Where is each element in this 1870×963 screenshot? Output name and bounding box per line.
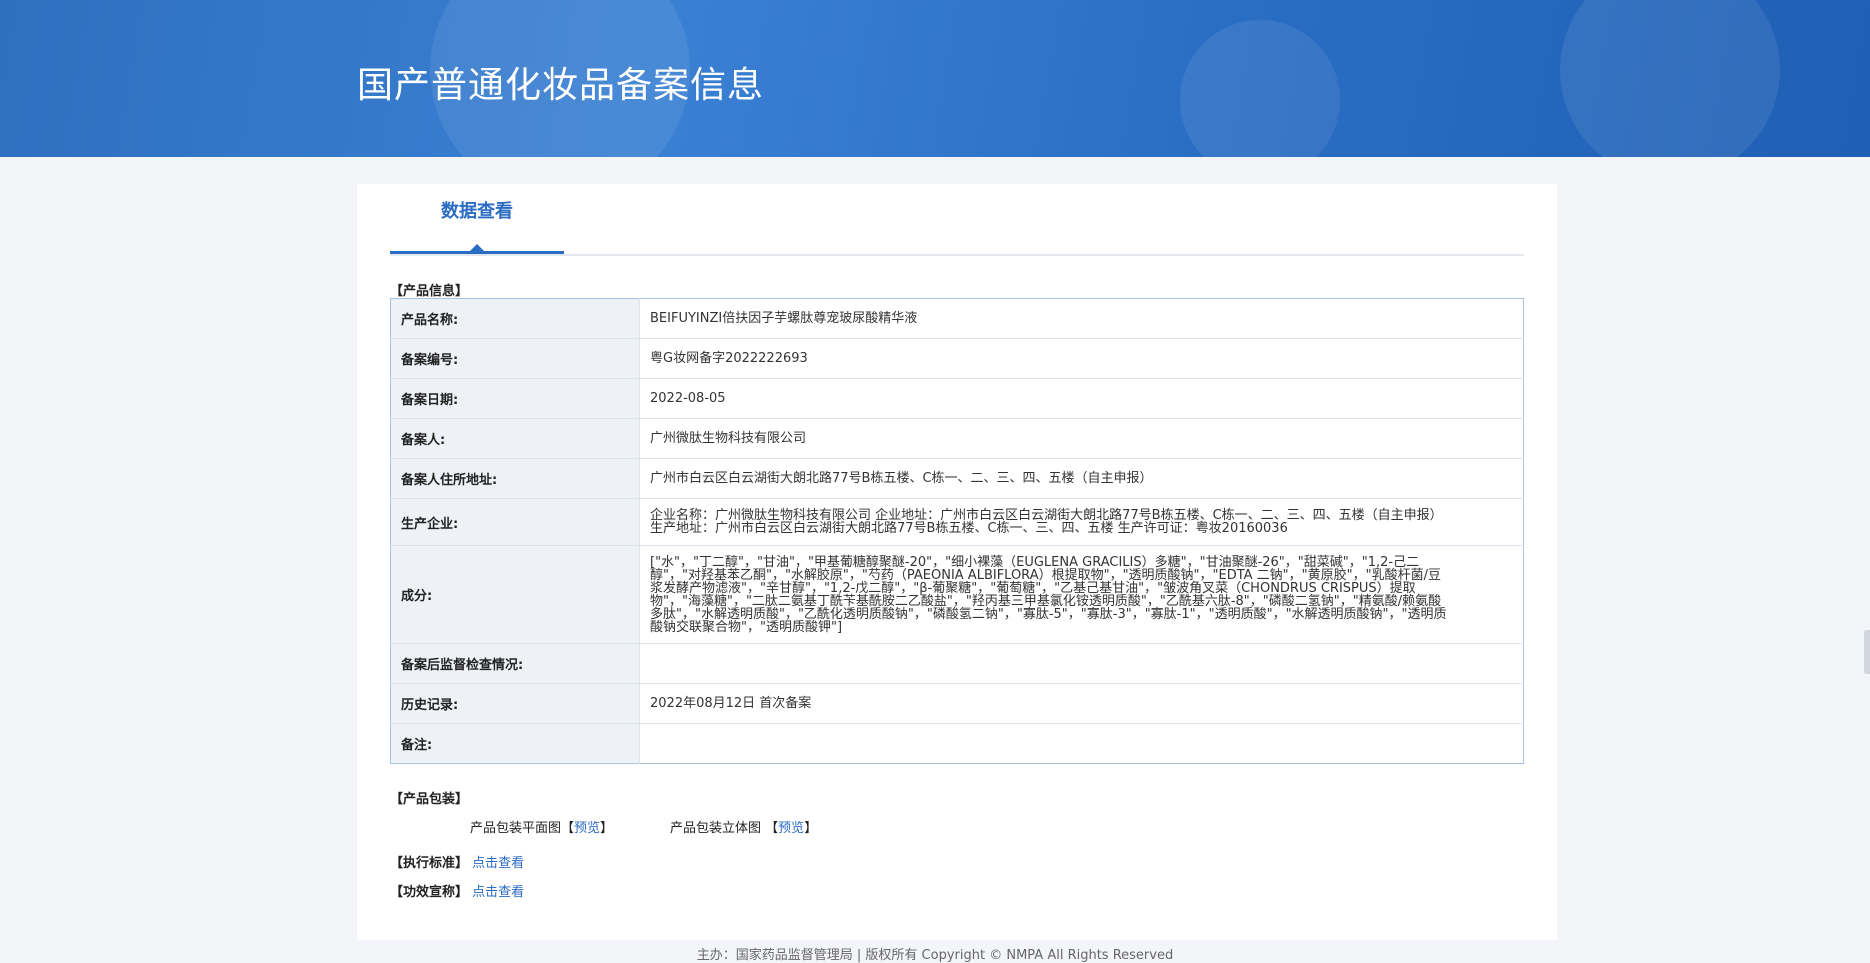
field-label: 备案人住所地址: (390, 458, 640, 499)
bracket-open: 【 (765, 821, 779, 836)
exec-standard-label: 【执行标准】 (390, 856, 469, 871)
table-row: 备案编号: 粤G妆网备字2022222693 (390, 338, 1524, 379)
exec-standard-row: 【执行标准】 点击查看 (390, 852, 524, 871)
value-line: 生产地址：广州市白云区白云湖街大朗北路77号B栋五楼、C栋一、三、四、五楼 生产… (650, 521, 1288, 536)
scrollbar-thumb[interactable] (1864, 630, 1870, 674)
table-row: 产品名称: BEIFUYINZI倍扶因子芋螺肽尊宠玻尿酸精华液 (390, 298, 1524, 339)
field-label: 备案编号: (390, 338, 640, 379)
preview-solid-link[interactable]: 预览 (778, 821, 804, 836)
bracket-close: 】 (600, 821, 614, 836)
content-card: 数据查看 【产品信息】 产品名称: BEIFUYINZI倍扶因子芋螺肽尊宠玻尿酸… (357, 184, 1557, 940)
field-value: 粤G妆网备字2022222693 (639, 338, 1524, 379)
value-line: 浆发酵产物滤液"，"辛甘醇"，"1,2-戊二醇"，"β-葡聚糖"，"葡萄糖"，"… (650, 580, 1416, 596)
bracket-open: 【 (561, 821, 575, 836)
banner-decoration (1560, 0, 1780, 157)
field-label: 备注: (390, 723, 640, 764)
field-value (639, 723, 1524, 764)
header-banner: 国产普通化妆品备案信息 (0, 0, 1870, 157)
page-title: 国产普通化妆品备案信息 (357, 65, 765, 106)
product-info-table: 产品名称: BEIFUYINZI倍扶因子芋螺肽尊宠玻尿酸精华液 备案编号: 粤G… (390, 298, 1524, 764)
banner-decoration (1180, 20, 1340, 157)
tab-bar: 数据查看 (390, 184, 1524, 256)
packaging-flat-label: 产品包装平面图 (470, 821, 562, 836)
field-label: 备案日期: (390, 378, 640, 419)
field-label: 备案后监督检查情况: (390, 643, 640, 684)
packaging-flat-item: 产品包装平面图【预览】 (470, 817, 613, 836)
field-label: 备案人: (390, 418, 640, 459)
field-label: 生产企业: (390, 498, 640, 546)
value-line: ["水"，"丁二醇"，"甘油"，"甲基葡糖醇聚醚-20"，"细小裸藻（EUGLE… (650, 554, 1420, 570)
packaging-solid-item: 产品包装立体图 【预览】 (670, 817, 817, 836)
field-label: 成分: (390, 545, 640, 644)
value-line: 醇"，"对羟基苯乙酮"，"水解胶原"，"芍药（PAEONIA ALBIFLORA… (650, 567, 1441, 583)
product-info-heading: 【产品信息】 (390, 284, 469, 299)
table-row: 生产企业: 企业名称：广州微肽生物科技有限公司 企业地址：广州市白云区白云湖街大… (390, 498, 1524, 546)
field-value: BEIFUYINZI倍扶因子芋螺肽尊宠玻尿酸精华液 (639, 298, 1524, 339)
field-value: 广州市白云区白云湖街大朗北路77号B栋五楼、C栋一、二、三、四、五楼（自主申报） (639, 458, 1524, 499)
tab-data-view[interactable]: 数据查看 (390, 184, 564, 254)
efficacy-claim-row: 【功效宣称】 点击查看 (390, 881, 524, 900)
field-value: ["水"，"丁二醇"，"甘油"，"甲基葡糖醇聚醚-20"，"细小裸藻（EUGLE… (639, 545, 1524, 644)
field-value: 广州微肽生物科技有限公司 (639, 418, 1524, 459)
field-label: 产品名称: (390, 298, 640, 339)
table-row: 成分: ["水"，"丁二醇"，"甘油"，"甲基葡糖醇聚醚-20"，"细小裸藻（E… (390, 545, 1524, 644)
preview-flat-link[interactable]: 预览 (574, 821, 600, 836)
active-tab-caret-icon (470, 244, 484, 251)
packaging-solid-label: 产品包装立体图 (670, 821, 762, 836)
table-row: 备案人: 广州微肽生物科技有限公司 (390, 418, 1524, 459)
table-row: 备案人住所地址: 广州市白云区白云湖街大朗北路77号B栋五楼、C栋一、二、三、四… (390, 458, 1524, 499)
value-line: 物"，"海藻糖"，"二肽二氨基丁酰苄基酰胺二乙酸盐"，"羟丙基三甲基氯化铵透明质… (650, 593, 1442, 609)
footer-copyright: 主办：国家药品监督管理局 | 版权所有 Copyright © NMPA All… (696, 948, 1174, 963)
table-row: 备案后监督检查情况: (390, 643, 1524, 684)
packaging-heading: 【产品包装】 (390, 792, 469, 807)
field-value: 企业名称：广州微肽生物科技有限公司 企业地址：广州市白云区白云湖街大朗北路77号… (639, 498, 1524, 546)
value-line: 酸钠交联聚合物"，"透明质酸钾"] (650, 619, 843, 635)
table-row: 历史记录: 2022年08月12日 首次备案 (390, 683, 1524, 724)
exec-standard-link[interactable]: 点击查看 (472, 856, 524, 871)
field-value (639, 643, 1524, 684)
bracket-close: 】 (804, 821, 818, 836)
field-value: 2022年08月12日 首次备案 (639, 683, 1524, 724)
table-row: 备案日期: 2022-08-05 (390, 378, 1524, 419)
efficacy-claim-label: 【功效宣称】 (390, 885, 469, 900)
tab-label: 数据查看 (441, 201, 513, 222)
efficacy-claim-link[interactable]: 点击查看 (472, 885, 524, 900)
value-line: 多肽"，"水解透明质酸"，"乙酰化透明质酸钠"，"磷酸氢二钠"，"寡肽-5"，"… (650, 606, 1447, 622)
field-label: 历史记录: (390, 683, 640, 724)
table-row: 备注: (390, 723, 1524, 764)
field-value: 2022-08-05 (639, 378, 1524, 419)
